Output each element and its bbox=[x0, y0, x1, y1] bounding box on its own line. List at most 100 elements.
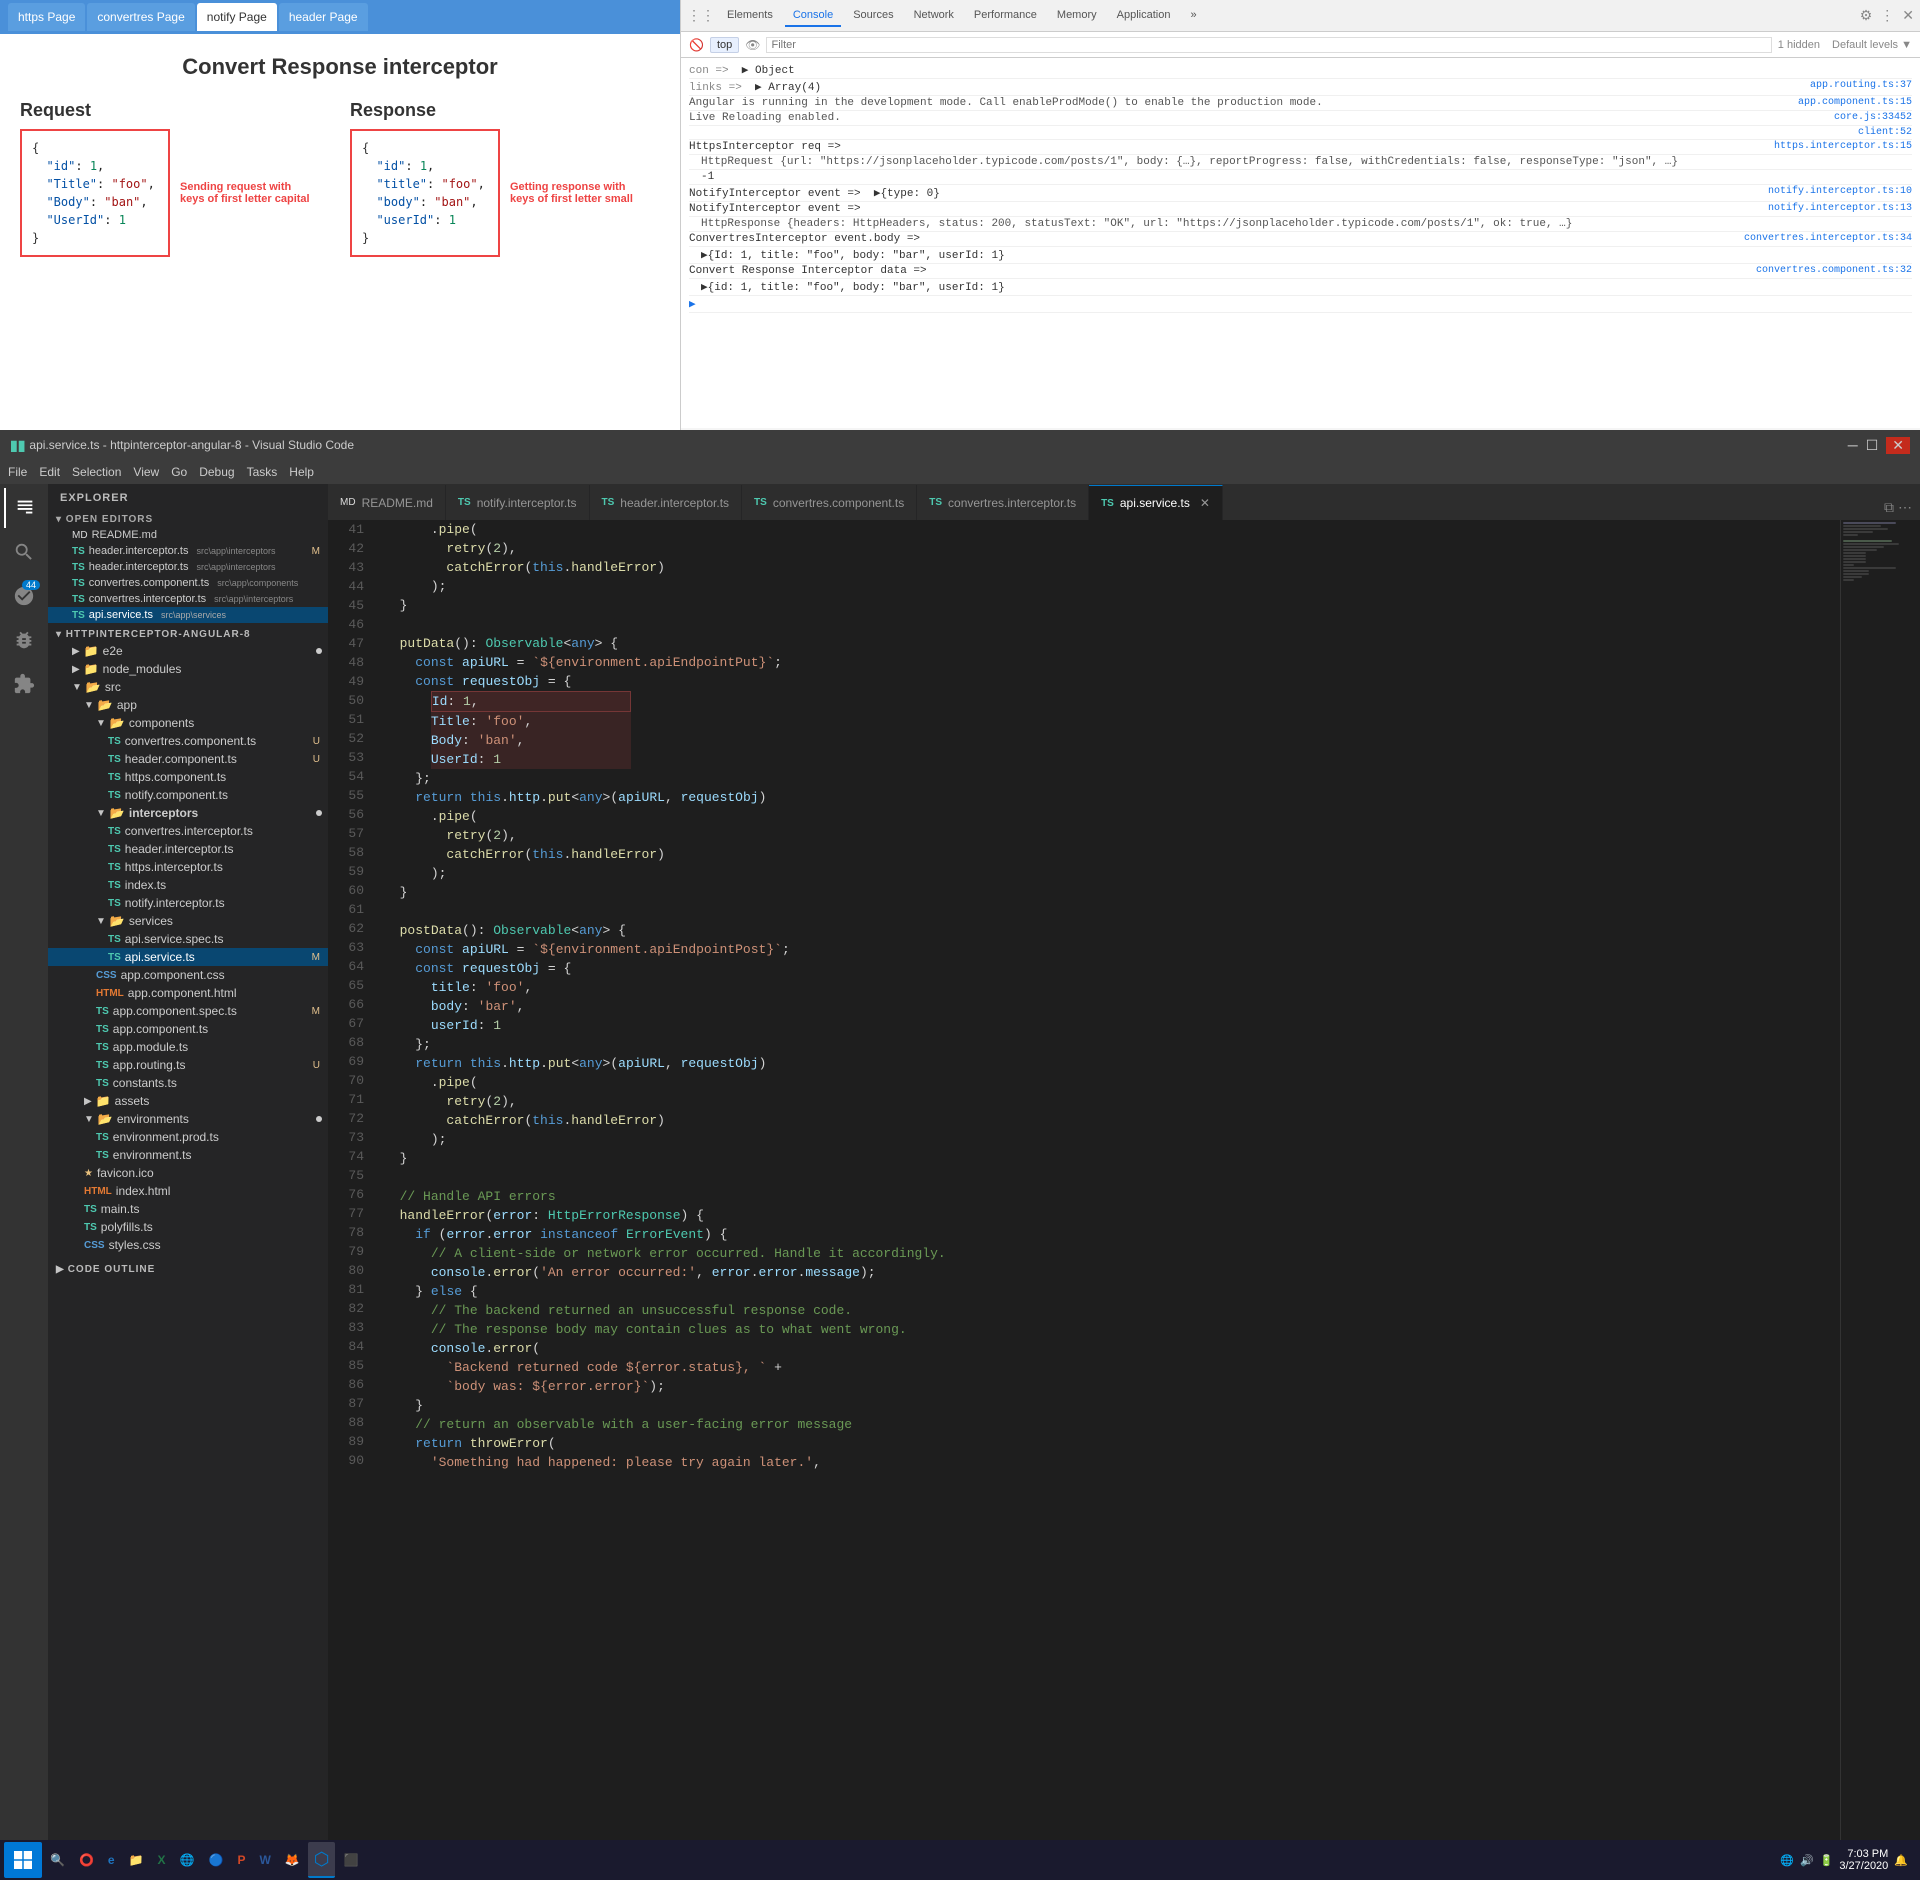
browser-tab-convertres[interactable]: convertres Page bbox=[87, 3, 194, 31]
devtools-tab-console[interactable]: Console bbox=[785, 5, 841, 27]
editor-tab-readme[interactable]: MD README.md bbox=[328, 485, 446, 520]
window-close-icon[interactable]: ✕ bbox=[1886, 437, 1910, 454]
open-editor-header-interceptor[interactable]: TS header.interceptor.ts src\app\interce… bbox=[48, 543, 328, 559]
taskbar-ie[interactable]: e bbox=[102, 1842, 121, 1878]
tree-app-component-css[interactable]: CSS app.component.css bbox=[48, 966, 328, 984]
taskbar-start-button[interactable] bbox=[4, 1842, 42, 1878]
close-tab-icon[interactable]: ✕ bbox=[1200, 496, 1210, 510]
activity-extensions[interactable] bbox=[4, 664, 44, 704]
tree-interceptors[interactable]: ▼ 📂 interceptors bbox=[48, 804, 328, 822]
tree-notify-interceptor[interactable]: TS notify.interceptor.ts bbox=[48, 894, 328, 912]
editor-tab-notify-interceptor[interactable]: TS notify.interceptor.ts bbox=[446, 485, 590, 520]
tree-node-modules[interactable]: ▶ 📁 node_modules bbox=[48, 660, 328, 678]
editor-tab-api-service[interactable]: TS api.service.ts ✕ bbox=[1089, 485, 1223, 520]
tree-index-html[interactable]: HTML index.html bbox=[48, 1182, 328, 1200]
project-header[interactable]: ▾ HTTPINTERCEPTOR-ANGULAR-8 bbox=[48, 627, 328, 642]
tree-convertres-component[interactable]: TS convertres.component.ts U bbox=[48, 732, 328, 750]
menu-edit[interactable]: Edit bbox=[39, 465, 60, 479]
volume-icon[interactable]: 🔊 bbox=[1800, 1854, 1814, 1867]
devtools-settings-icon[interactable]: ⚙ bbox=[1860, 7, 1873, 24]
battery-icon[interactable]: 🔋 bbox=[1820, 1854, 1834, 1867]
notification-icon[interactable]: 🔔 bbox=[1894, 1854, 1908, 1867]
tree-assets[interactable]: ▶ 📁 assets bbox=[48, 1092, 328, 1110]
devtools-tab-memory[interactable]: Memory bbox=[1049, 5, 1105, 27]
activity-debug[interactable] bbox=[4, 620, 44, 660]
taskbar-folder[interactable]: 📁 bbox=[123, 1842, 150, 1878]
tree-env-prod[interactable]: TS environment.prod.ts bbox=[48, 1128, 328, 1146]
devtools-tab-more[interactable]: » bbox=[1182, 5, 1204, 27]
tree-notify-component[interactable]: TS notify.component.ts bbox=[48, 786, 328, 804]
code-editor[interactable]: .pipe( retry(2), catchError(this.handleE… bbox=[376, 520, 1840, 1858]
devtools-eye-icon[interactable]: 👁 bbox=[745, 38, 760, 52]
tree-main-ts[interactable]: TS main.ts bbox=[48, 1200, 328, 1218]
menu-file[interactable]: File bbox=[8, 465, 27, 479]
tree-e2e[interactable]: ▶ 📁 e2e bbox=[48, 642, 328, 660]
devtools-tab-network[interactable]: Network bbox=[906, 5, 962, 27]
split-editor-icon[interactable]: ⧉ bbox=[1884, 499, 1894, 516]
devtools-tab-application[interactable]: Application bbox=[1109, 5, 1179, 27]
tree-env[interactable]: TS environment.ts bbox=[48, 1146, 328, 1164]
tree-environments[interactable]: ▼ 📂 environments bbox=[48, 1110, 328, 1128]
window-restore-icon[interactable]: ☐ bbox=[1866, 437, 1879, 454]
menu-debug[interactable]: Debug bbox=[199, 465, 234, 479]
taskbar-vscode[interactable]: ⬡ bbox=[308, 1842, 336, 1878]
taskbar-terminal[interactable]: ⬛ bbox=[337, 1842, 364, 1878]
code-outline-header[interactable]: ▶ CODE OUTLINE bbox=[48, 1262, 328, 1277]
tree-app-component-html[interactable]: HTML app.component.html bbox=[48, 984, 328, 1002]
devtools-close-icon[interactable]: ✕ bbox=[1902, 7, 1914, 24]
tree-components[interactable]: ▼ 📂 components bbox=[48, 714, 328, 732]
window-minimize-icon[interactable]: ─ bbox=[1848, 437, 1858, 454]
devtools-drag-icon[interactable]: ⋮⋮ bbox=[687, 7, 715, 24]
open-editor-api-service[interactable]: TS api.service.ts src\app\services bbox=[48, 607, 328, 623]
tree-app-module[interactable]: TS app.module.ts bbox=[48, 1038, 328, 1056]
browser-tab-header[interactable]: header Page bbox=[279, 3, 368, 31]
tree-services[interactable]: ▼ 📂 services bbox=[48, 912, 328, 930]
devtools-levels-dropdown[interactable]: Default levels ▼ bbox=[1832, 39, 1912, 51]
devtools-tab-elements[interactable]: Elements bbox=[719, 5, 781, 27]
more-actions-icon[interactable]: ⋯ bbox=[1898, 499, 1912, 516]
tree-index-ts[interactable]: TS index.ts bbox=[48, 876, 328, 894]
taskbar-cortana[interactable]: ⭕ bbox=[73, 1842, 100, 1878]
menu-selection[interactable]: Selection bbox=[72, 465, 121, 479]
devtools-filter-input[interactable] bbox=[766, 37, 1771, 53]
tree-favicon[interactable]: ★ favicon.ico bbox=[48, 1164, 328, 1182]
tree-api-service[interactable]: TS api.service.ts M bbox=[48, 948, 328, 966]
open-editors-header[interactable]: ▾ OPEN EDITORS bbox=[48, 512, 328, 527]
devtools-tab-performance[interactable]: Performance bbox=[966, 5, 1045, 27]
menu-go[interactable]: Go bbox=[171, 465, 187, 479]
taskbar-word[interactable]: W bbox=[253, 1842, 276, 1878]
tree-https-component[interactable]: TS https.component.ts bbox=[48, 768, 328, 786]
menu-view[interactable]: View bbox=[133, 465, 159, 479]
tree-header-interceptor[interactable]: TS header.interceptor.ts bbox=[48, 840, 328, 858]
tree-app[interactable]: ▼ 📂 app bbox=[48, 696, 328, 714]
tree-polyfills[interactable]: TS polyfills.ts bbox=[48, 1218, 328, 1236]
taskbar-firefox[interactable]: 🦊 bbox=[279, 1842, 306, 1878]
taskbar-search[interactable]: 🔍 bbox=[44, 1842, 71, 1878]
editor-tab-convertres-component[interactable]: TS convertres.component.ts bbox=[742, 485, 917, 520]
tree-app-component-spec[interactable]: TS app.component.spec.ts M bbox=[48, 1002, 328, 1020]
activity-search[interactable] bbox=[4, 532, 44, 572]
tree-src[interactable]: ▼ 📂 src bbox=[48, 678, 328, 696]
tree-api-service-spec[interactable]: TS api.service.spec.ts bbox=[48, 930, 328, 948]
tree-constants[interactable]: TS constants.ts bbox=[48, 1074, 328, 1092]
browser-tab-https[interactable]: https Page bbox=[8, 3, 85, 31]
tree-app-routing[interactable]: TS app.routing.ts U bbox=[48, 1056, 328, 1074]
activity-git[interactable]: 44 bbox=[4, 576, 44, 616]
editor-tab-header-interceptor[interactable]: TS header.interceptor.ts bbox=[590, 485, 743, 520]
taskbar-excel[interactable]: X bbox=[152, 1842, 172, 1878]
devtools-more-icon[interactable]: ⋮ bbox=[1880, 7, 1894, 24]
open-editor-readme[interactable]: MD README.md bbox=[48, 527, 328, 543]
open-editor-header-interceptor2[interactable]: TS header.interceptor.ts src\app\interce… bbox=[48, 559, 328, 575]
tree-https-interceptor[interactable]: TS https.interceptor.ts bbox=[48, 858, 328, 876]
network-icon[interactable]: 🌐 bbox=[1780, 1854, 1794, 1867]
browser-tab-notify[interactable]: notify Page bbox=[197, 3, 277, 31]
editor-tab-convertres-interceptor[interactable]: TS convertres.interceptor.ts bbox=[917, 485, 1089, 520]
taskbar-browser[interactable]: 🌐 bbox=[174, 1842, 201, 1878]
tree-convertres-interceptor[interactable]: TS convertres.interceptor.ts bbox=[48, 822, 328, 840]
menu-help[interactable]: Help bbox=[289, 465, 314, 479]
devtools-tab-sources[interactable]: Sources bbox=[845, 5, 901, 27]
taskbar-powerpoint[interactable]: P bbox=[231, 1842, 251, 1878]
tree-header-component[interactable]: TS header.component.ts U bbox=[48, 750, 328, 768]
activity-explorer[interactable] bbox=[4, 488, 44, 528]
taskbar-chrome[interactable]: 🔵 bbox=[203, 1842, 230, 1878]
